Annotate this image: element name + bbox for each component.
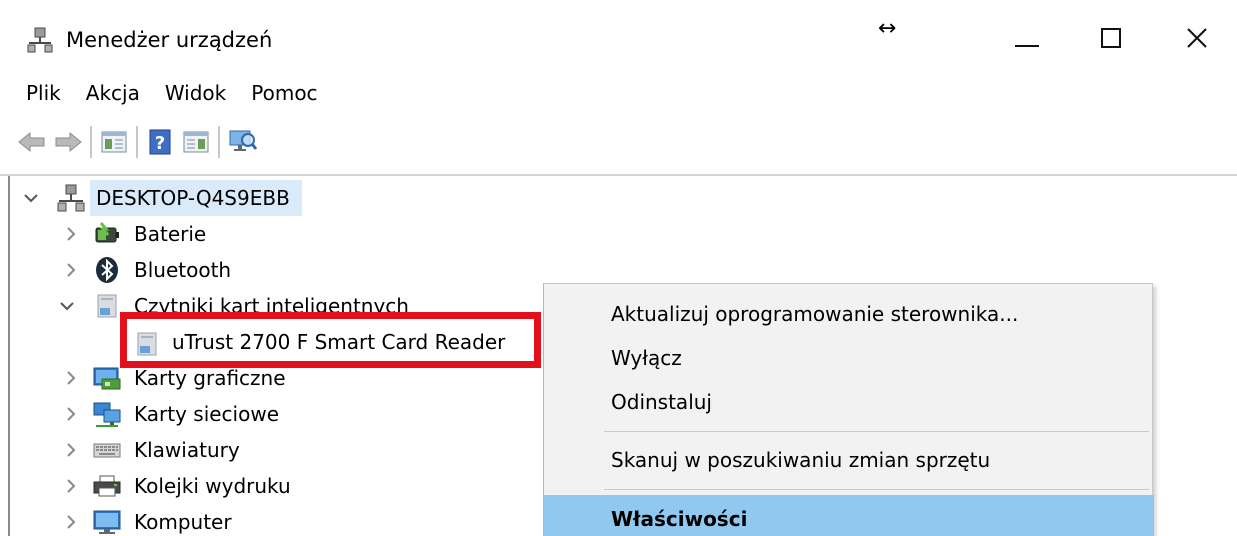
back-arrow-icon [18,131,45,153]
tree-item-label: Komputer [134,510,232,534]
chevron-right-icon[interactable] [62,261,80,279]
tree-root-label: DESKTOP-Q4S9EBB [96,186,290,210]
chevron-right-icon[interactable] [62,441,80,459]
monitor-icon [93,510,121,534]
action-pane-icon [183,131,209,153]
menu-scan-hardware[interactable]: Skanuj w poszukiwaniu zmian sprzętu [544,437,1154,483]
menu-uninstall[interactable]: Odinstaluj [544,379,1154,425]
svg-text:?: ? [155,133,165,154]
tree-item-label: Kolejki wydruku [134,474,291,498]
tree-item-network-adapters[interactable]: Karty sieciowe [0,396,300,432]
toolbar: ? [0,116,1237,168]
maximize-button[interactable] [1086,18,1136,58]
tree-item-keyboards[interactable]: Klawiatury [0,432,300,468]
menu-action[interactable]: Akcja [86,79,140,107]
chevron-right-icon[interactable] [62,405,80,423]
context-menu: Aktualizuj oprogramowanie sterownika... … [543,283,1154,536]
chevron-down-icon[interactable] [22,189,40,207]
menu-view[interactable]: Widok [165,79,226,107]
forward-button[interactable] [50,123,86,161]
chevron-right-icon[interactable] [62,513,80,531]
help-icon: ? [149,129,171,155]
show-hide-console-tree-button[interactable] [96,123,132,161]
tree-item-label: Karty graficzne [134,366,286,390]
tree-item-label: Baterie [134,222,207,246]
chevron-down-icon[interactable] [58,297,76,315]
bluetooth-icon [96,257,118,283]
toolbar-separator [136,126,138,158]
tree-item-batteries[interactable]: Baterie [0,216,300,252]
toolbar-separator [218,126,220,158]
menu-properties[interactable]: Właściwości [544,495,1154,536]
menu-update-driver[interactable]: Aktualizuj oprogramowanie sterownika... [544,291,1154,337]
tree-item-label: Klawiatury [134,438,240,462]
scan-hardware-icon [229,130,257,151]
device-manager-icon [27,27,53,53]
back-button[interactable] [14,123,50,161]
menu-separator [604,431,1149,432]
tree-item-computer[interactable]: Komputer [0,504,300,536]
tree-item-label: Bluetooth [134,258,232,282]
display-adapter-icon [93,367,121,390]
network-adapter-icon [93,402,121,427]
computer-network-icon [57,184,85,212]
resize-horizontal-cursor-icon: ↔ [878,16,897,41]
menu-disable[interactable]: Wyłącz [544,335,1154,381]
red-highlight-box [120,312,541,368]
toolbar-separator [90,126,92,158]
help-button[interactable]: ? [142,123,178,161]
window-title: Menedżer urządzeń [66,28,273,52]
maximize-icon [1101,28,1121,48]
menu-file[interactable]: Plik [26,79,61,107]
menu-help[interactable]: Pomoc [251,79,317,107]
title-bar: Menedżer urządzeń ↔ [0,0,1237,76]
tree-item-print-queues[interactable]: Kolejki wydruku [0,468,300,504]
scan-hardware-button[interactable] [224,123,260,161]
battery-icon [95,222,119,243]
chevron-right-icon[interactable] [62,477,80,495]
show-hide-console-tree-icon [101,131,127,153]
close-icon [1187,28,1207,48]
tree-root[interactable]: DESKTOP-Q4S9EBB [0,180,310,216]
minimize-button[interactable] [1002,18,1052,58]
tree-item-label: Karty sieciowe [134,402,280,426]
printer-icon [93,475,121,497]
close-button[interactable] [1172,18,1222,58]
action-pane-button[interactable] [178,123,214,161]
smart-card-reader-icon [97,294,117,318]
forward-arrow-icon [55,131,82,153]
chevron-right-icon[interactable] [62,225,80,243]
keyboard-icon [93,443,121,458]
minimize-icon [1015,45,1039,47]
menu-bar: Plik Akcja Widok Pomoc [0,76,1237,110]
chevron-right-icon[interactable] [62,369,80,387]
tree-item-bluetooth[interactable]: Bluetooth [0,252,300,288]
menu-separator [604,489,1149,490]
